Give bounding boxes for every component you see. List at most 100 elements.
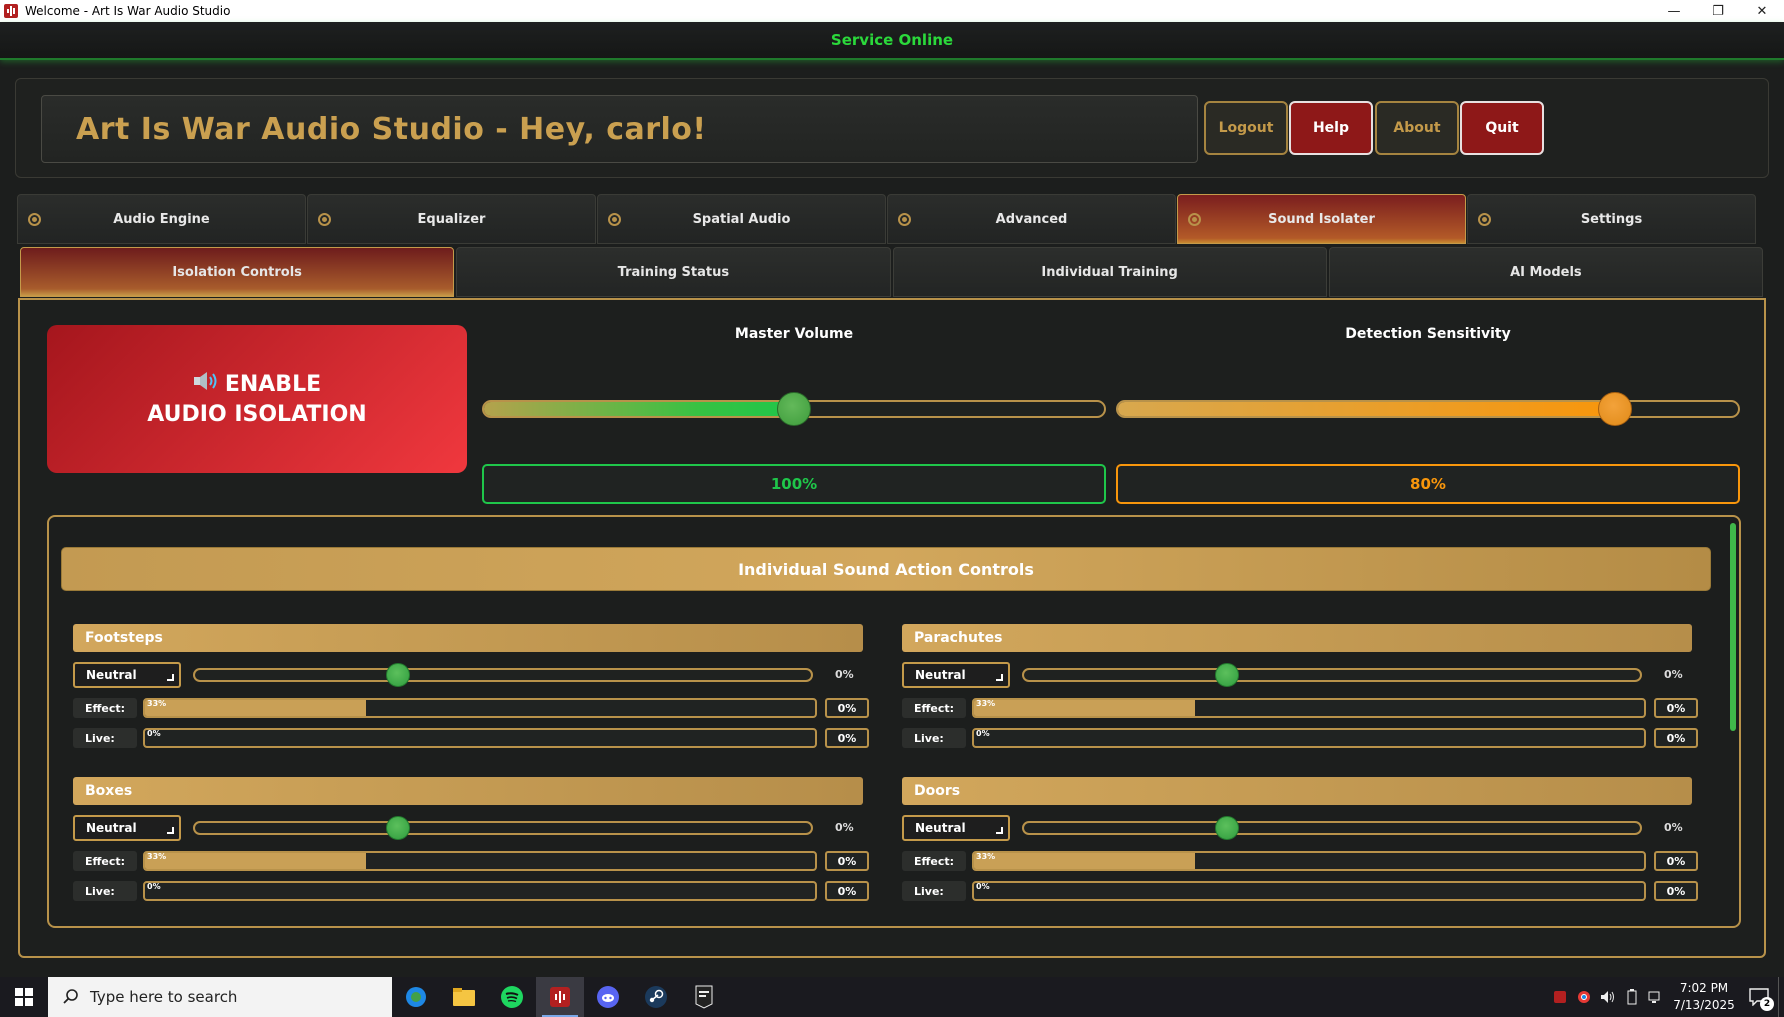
taskbar-clock[interactable]: 7:02 PM 7/13/2025 bbox=[1668, 980, 1740, 1014]
service-status-text: Service Online bbox=[830, 31, 954, 49]
effect-bar: 33% bbox=[143, 851, 817, 871]
effect-bar: 33% bbox=[143, 698, 817, 718]
effect-percent-box: 0% bbox=[1654, 851, 1698, 871]
app-logo-icon bbox=[4, 4, 18, 18]
live-label: Live: bbox=[73, 881, 137, 901]
logout-button[interactable]: Logout bbox=[1204, 101, 1288, 155]
live-percent-box: 0% bbox=[825, 728, 869, 748]
effect-percent-box: 0% bbox=[825, 698, 869, 718]
live-label: Live: bbox=[902, 881, 966, 901]
file-explorer-icon[interactable] bbox=[440, 977, 488, 1017]
minimize-button[interactable]: — bbox=[1652, 0, 1696, 22]
quit-button[interactable]: Quit bbox=[1460, 101, 1544, 155]
sound-mode-value: Neutral bbox=[915, 821, 966, 835]
sound-mode-select[interactable]: Neutral bbox=[73, 662, 181, 688]
tab-audio-engine[interactable]: Audio Engine bbox=[17, 194, 306, 244]
effect-percent-box: 0% bbox=[1654, 698, 1698, 718]
system-tray: 7:02 PM 7/13/2025 2 bbox=[1548, 977, 1784, 1017]
clock-time: 7:02 PM bbox=[1679, 981, 1729, 995]
detection-sensitivity-slider[interactable] bbox=[1116, 400, 1740, 418]
subtab-individual-training[interactable]: Individual Training bbox=[892, 247, 1327, 297]
main-tab-bar: Audio Engine Equalizer Spatial Audio Adv… bbox=[17, 194, 1757, 244]
live-percent-box: 0% bbox=[1654, 881, 1698, 901]
dropdown-arrow-icon bbox=[996, 674, 1003, 681]
tray-app-icon[interactable] bbox=[1548, 977, 1572, 1017]
edge-browser-icon[interactable] bbox=[392, 977, 440, 1017]
enable-label-line1: ENABLE bbox=[224, 372, 322, 397]
volume-icon[interactable] bbox=[1596, 977, 1620, 1017]
epic-games-icon[interactable] bbox=[680, 977, 728, 1017]
tab-sound-isolater[interactable]: Sound Isolater bbox=[1177, 194, 1466, 244]
subtab-isolation-controls[interactable]: Isolation Controls bbox=[20, 247, 455, 297]
battery-icon[interactable] bbox=[1620, 977, 1644, 1017]
tab-radio-icon bbox=[608, 213, 621, 226]
clock-date: 7/13/2025 bbox=[1673, 998, 1735, 1012]
dropdown-arrow-icon bbox=[167, 674, 174, 681]
live-bar-text: 0% bbox=[147, 882, 161, 891]
windows-logo-icon bbox=[15, 988, 33, 1006]
taskbar-search-placeholder: Type here to search bbox=[90, 988, 238, 1006]
live-bar: 0% bbox=[143, 728, 817, 748]
sound-level-slider[interactable] bbox=[193, 668, 813, 682]
sound-level-thumb[interactable] bbox=[385, 663, 410, 687]
master-volume-thumb[interactable] bbox=[777, 392, 811, 426]
panel-scrollbar[interactable] bbox=[1730, 523, 1736, 731]
sound-level-thumb[interactable] bbox=[1214, 816, 1239, 840]
sound-controls-header: Individual Sound Action Controls bbox=[61, 547, 1711, 591]
detection-sensitivity-label: Detection Sensitivity bbox=[1345, 326, 1511, 342]
tab-spatial-audio[interactable]: Spatial Audio bbox=[597, 194, 886, 244]
individual-sound-controls-panel: Individual Sound Action Controls Footste… bbox=[47, 515, 1741, 928]
subtab-training-status[interactable]: Training Status bbox=[456, 247, 891, 297]
header-panel: Art Is War Audio Studio - Hey, carlo! Lo… bbox=[15, 78, 1769, 178]
help-button[interactable]: Help bbox=[1289, 101, 1373, 155]
tab-radio-icon bbox=[1478, 213, 1491, 226]
maximize-button[interactable]: ❐ bbox=[1696, 0, 1740, 22]
art-is-war-taskbar-icon[interactable] bbox=[536, 977, 584, 1017]
detection-sensitivity-value: 80% bbox=[1116, 464, 1740, 504]
live-percent-box: 0% bbox=[1654, 728, 1698, 748]
sound-level-thumb[interactable] bbox=[1214, 663, 1239, 687]
tab-settings[interactable]: Settings bbox=[1467, 194, 1756, 244]
subtab-ai-models[interactable]: AI Models bbox=[1328, 247, 1763, 297]
sound-control-footsteps: Footsteps Neutral 0% Effect: 33% 0% Live: 0% 0% bbox=[73, 624, 873, 764]
enable-audio-isolation-button[interactable]: ENABLE AUDIO ISOLATION bbox=[47, 325, 467, 473]
sound-level-slider[interactable] bbox=[1022, 821, 1642, 835]
notification-center-button[interactable]: 2 bbox=[1740, 977, 1778, 1017]
sound-level-percent: 0% bbox=[835, 668, 854, 681]
sound-level-thumb[interactable] bbox=[385, 816, 410, 840]
detection-sensitivity-thumb[interactable] bbox=[1598, 392, 1633, 426]
service-status-bar: Service Online bbox=[0, 22, 1784, 60]
close-window-button[interactable]: ✕ bbox=[1740, 0, 1784, 22]
discord-icon[interactable] bbox=[584, 977, 632, 1017]
effect-bar-fill bbox=[145, 700, 367, 716]
sound-mode-select[interactable]: Neutral bbox=[902, 662, 1010, 688]
sound-level-slider[interactable] bbox=[1022, 668, 1642, 682]
tab-advanced[interactable]: Advanced bbox=[887, 194, 1176, 244]
chrome-tray-icon[interactable] bbox=[1572, 977, 1596, 1017]
effect-bar-text: 33% bbox=[147, 852, 167, 861]
sound-level-slider[interactable] bbox=[193, 821, 813, 835]
tab-label: Sound Isolater bbox=[1268, 211, 1375, 227]
tab-label: Spatial Audio bbox=[692, 211, 791, 227]
show-desktop-button[interactable] bbox=[1778, 977, 1784, 1017]
steam-icon[interactable] bbox=[632, 977, 680, 1017]
sound-control-doors: Doors Neutral 0% Effect: 33% 0% Live: 0% 0% bbox=[902, 777, 1702, 917]
sound-level-percent: 0% bbox=[1664, 668, 1683, 681]
network-icon[interactable] bbox=[1644, 977, 1668, 1017]
start-button[interactable] bbox=[0, 977, 48, 1017]
sound-mode-select[interactable]: Neutral bbox=[73, 815, 181, 841]
effect-bar: 33% bbox=[972, 851, 1646, 871]
taskbar-search-box[interactable]: Type here to search bbox=[48, 977, 392, 1017]
sound-name-header: Doors bbox=[902, 777, 1692, 805]
about-button[interactable]: About bbox=[1375, 101, 1459, 155]
tab-equalizer[interactable]: Equalizer bbox=[307, 194, 596, 244]
sound-name-header: Boxes bbox=[73, 777, 863, 805]
master-volume-value: 100% bbox=[482, 464, 1106, 504]
live-bar: 0% bbox=[972, 728, 1646, 748]
spotify-icon[interactable] bbox=[488, 977, 536, 1017]
search-icon bbox=[63, 989, 78, 1004]
sound-level-percent: 0% bbox=[1664, 821, 1683, 834]
sound-mode-select[interactable]: Neutral bbox=[902, 815, 1010, 841]
effect-percent-box: 0% bbox=[825, 851, 869, 871]
app-welcome-title: Art Is War Audio Studio - Hey, carlo! bbox=[76, 111, 707, 147]
